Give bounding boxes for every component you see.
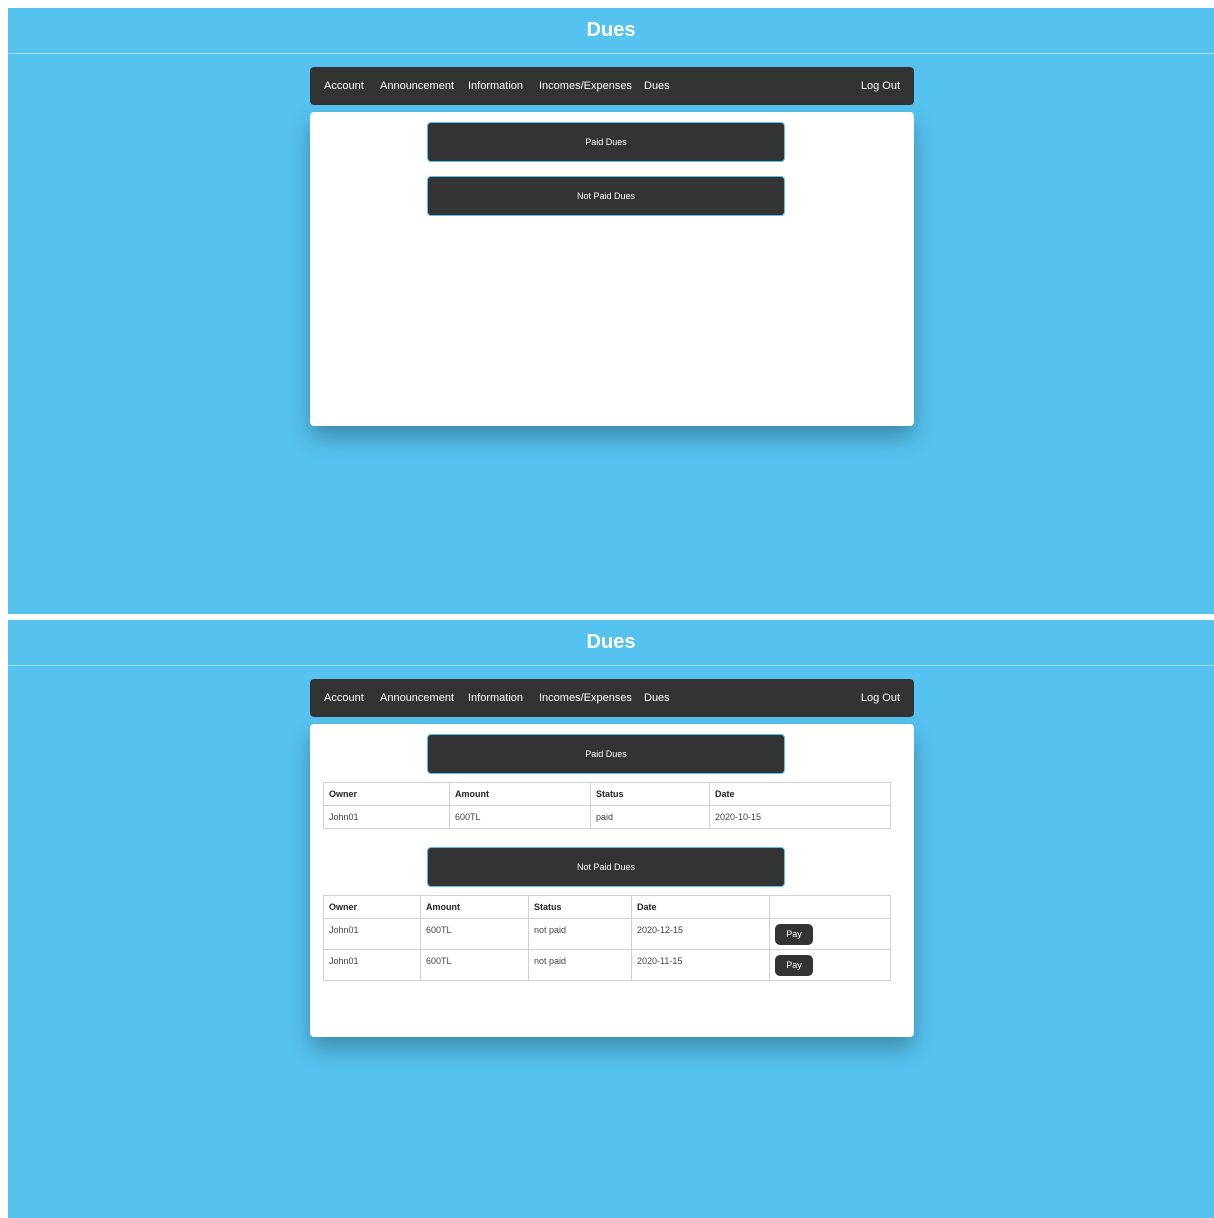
nav-dues[interactable]: Dues xyxy=(644,679,670,717)
paid-dues-button[interactable]: Paid Dues xyxy=(427,122,785,162)
nav-incomes-expenses[interactable]: Incomes/Expenses xyxy=(539,679,632,717)
column-header-amount: Amount xyxy=(449,782,591,806)
column-header-status: Status xyxy=(528,895,632,919)
table-row: John01 600TL paid 2020-10-15 xyxy=(323,805,891,829)
paid-dues-table: Owner Amount Status Date John01 600TL pa… xyxy=(323,782,891,829)
nav-incomes-expenses[interactable]: Incomes/Expenses xyxy=(539,67,632,105)
dues-card: Paid Dues Not Paid Dues xyxy=(310,112,914,426)
page-title: Dues xyxy=(8,620,1214,666)
not-paid-dues-button[interactable]: Not Paid Dues xyxy=(427,176,785,216)
cell-amount: 600TL xyxy=(420,918,529,950)
nav-account[interactable]: Account xyxy=(324,679,364,717)
nav-announcement[interactable]: Announcement xyxy=(380,67,454,105)
cell-amount: 600TL xyxy=(420,949,529,981)
column-header-owner: Owner xyxy=(323,895,421,919)
logout-link[interactable]: Log Out xyxy=(861,67,900,105)
cell-date: 2020-10-15 xyxy=(709,805,891,829)
paid-dues-button[interactable]: Paid Dues xyxy=(427,734,785,774)
column-header-date: Date xyxy=(631,895,770,919)
page-title: Dues xyxy=(8,8,1214,54)
cell-status: not paid xyxy=(528,918,632,950)
column-header-amount: Amount xyxy=(420,895,529,919)
cell-owner: John01 xyxy=(323,949,421,981)
column-header-date: Date xyxy=(709,782,891,806)
not-paid-dues-table: Owner Amount Status Date John01 600TL no… xyxy=(323,895,891,981)
cell-date: 2020-12-15 xyxy=(631,918,770,950)
dues-page-collapsed: Dues Account Announcement Information In… xyxy=(8,8,1214,614)
nav-account[interactable]: Account xyxy=(324,67,364,105)
nav-information[interactable]: Information xyxy=(468,67,523,105)
cell-amount: 600TL xyxy=(449,805,591,829)
cell-status: paid xyxy=(590,805,710,829)
table-row: John01 600TL not paid 2020-11-15 Pay xyxy=(323,949,891,981)
nav-dues[interactable]: Dues xyxy=(644,67,670,105)
cell-date: 2020-11-15 xyxy=(631,949,770,981)
table-header-row: Owner Amount Status Date xyxy=(323,782,891,806)
navbar: Account Announcement Information Incomes… xyxy=(310,679,914,717)
cell-status: not paid xyxy=(528,949,632,981)
cell-action: Pay xyxy=(769,949,891,981)
nav-information[interactable]: Information xyxy=(468,679,523,717)
column-header-action xyxy=(769,895,891,919)
dues-page-expanded: Dues Account Announcement Information In… xyxy=(8,620,1214,1218)
logout-link[interactable]: Log Out xyxy=(861,679,900,717)
nav-announcement[interactable]: Announcement xyxy=(380,679,454,717)
pay-button[interactable]: Pay xyxy=(775,955,813,976)
table-header-row: Owner Amount Status Date xyxy=(323,895,891,919)
cell-owner: John01 xyxy=(323,918,421,950)
column-header-status: Status xyxy=(590,782,710,806)
dues-card: Paid Dues Owner Amount Status Date John0… xyxy=(310,724,914,1037)
column-header-owner: Owner xyxy=(323,782,450,806)
table-row: John01 600TL not paid 2020-12-15 Pay xyxy=(323,918,891,950)
not-paid-dues-button[interactable]: Not Paid Dues xyxy=(427,847,785,887)
pay-button[interactable]: Pay xyxy=(775,924,813,945)
navbar: Account Announcement Information Incomes… xyxy=(310,67,914,105)
cell-owner: John01 xyxy=(323,805,450,829)
cell-action: Pay xyxy=(769,918,891,950)
